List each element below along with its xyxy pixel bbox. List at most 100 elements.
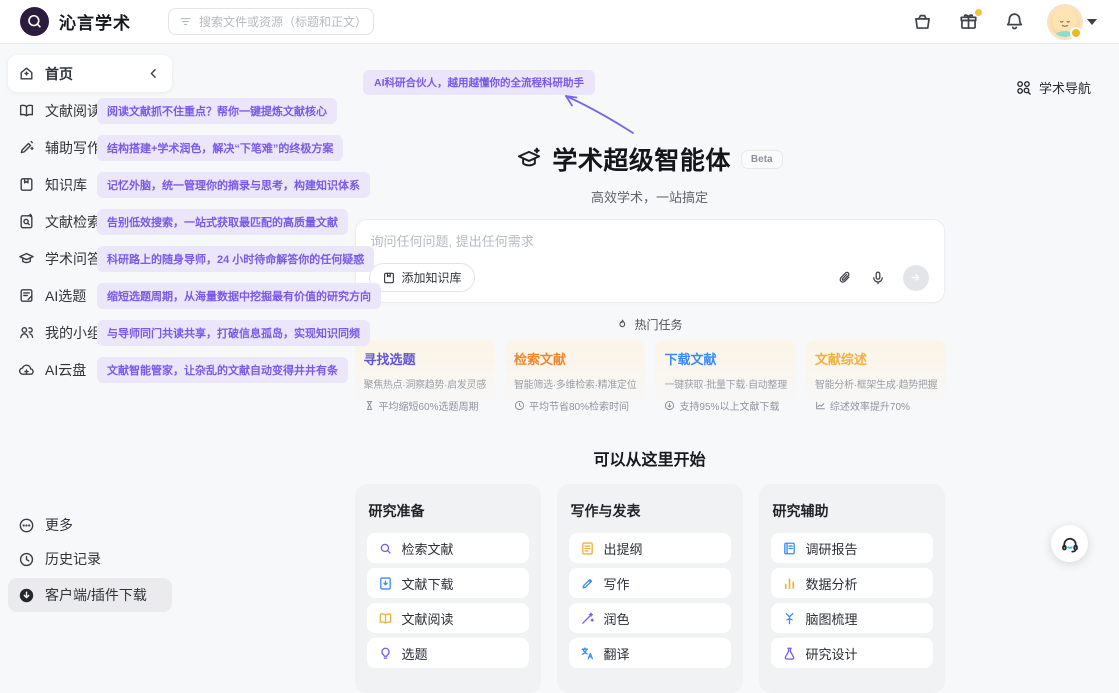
sidebar-item-label: AI云盘 (45, 360, 86, 380)
hot-tasks-heading: 热门任务 (355, 316, 945, 333)
storage-box-icon (912, 11, 933, 32)
sidebar-item-label: 历史记录 (45, 549, 101, 569)
notifications-button[interactable] (1004, 11, 1025, 32)
start-item-topic-selection[interactable]: 选题 (367, 638, 529, 668)
flask-icon (782, 646, 797, 661)
app-title: 沁言学术 (59, 9, 131, 34)
mindmap-icon (782, 611, 797, 626)
topbar-actions (912, 7, 1119, 37)
sidebar-item-label: 文献检索 (45, 212, 101, 232)
global-search[interactable] (168, 8, 374, 35)
academic-navigation-link[interactable]: 学术导航 (1015, 78, 1091, 97)
sidebar-item-history[interactable]: 历史记录 (8, 544, 172, 574)
start-item-mindmap[interactable]: 脑图梳理 (771, 603, 933, 633)
start-item-writing[interactable]: 写作 (569, 568, 731, 598)
sidebar-item-label: AI选题 (45, 286, 86, 306)
start-item-survey-report[interactable]: 调研报告 (771, 533, 933, 563)
academic-navigation-label: 学术导航 (1039, 78, 1091, 97)
translate-icon (580, 646, 595, 661)
sidebar-item-more[interactable]: 更多 (8, 510, 172, 540)
sidebar-item-label: 更多 (45, 515, 73, 535)
start-item-literature-download[interactable]: 文献下载 (367, 568, 529, 598)
sidebar-item-ai-topic[interactable]: AI选题 缩短选题周期，从海量数据中挖掘最有价值的研究方向 (8, 277, 172, 314)
avatar-badge (1070, 27, 1082, 39)
users-icon (18, 324, 35, 341)
sidebar-item-label: 我的小组 (45, 323, 101, 343)
pen-sparkle-icon (18, 139, 35, 156)
chevron-down-icon[interactable] (1087, 19, 1097, 30)
report-icon (782, 541, 797, 556)
sidebar-tooltip: 结构搭建+学术润色，解决“下笔难”的终极方案 (97, 135, 343, 161)
book-bookmark-icon (382, 271, 396, 285)
search-input[interactable] (199, 15, 363, 29)
start-item-data-analysis[interactable]: 数据分析 (771, 568, 933, 598)
sidebar-item-label: 首页 (45, 64, 73, 84)
sidebar-item-label: 客户端/插件下载 (45, 585, 147, 605)
start-item-research-design[interactable]: 研究设计 (771, 638, 933, 668)
sidebar-item-literature-search[interactable]: 文献检索 告别低效搜索，一站式获取最匹配的高质量文献 (8, 203, 172, 240)
sidebar-item-knowledge-base[interactable]: 知识库 记忆外脑，统一管理你的摘录与思考，构建知识体系 (8, 166, 172, 203)
task-download-literature[interactable]: 下载文献 一键获取·批量下载·自动整理 支持95%以上文献下载 (655, 340, 795, 421)
sidebar-item-ai-cloud[interactable]: AI云盘 文献智能管家，让杂乱的文献自动变得井井有条 (8, 351, 172, 388)
start-item-polish[interactable]: 润色 (569, 603, 731, 633)
hot-tasks: 寻找选题 聚焦热点·洞察趋势·启发灵感 平均缩短60%选题周期 检索文献 智能筛… (355, 340, 945, 421)
brand: 沁言学术 (0, 7, 168, 36)
history-clock-icon (18, 551, 35, 568)
graduation-cap-sparkle-icon (516, 146, 542, 172)
doc-list-icon (18, 287, 35, 304)
sidebar-footer: 更多 历史记录 客户端/插件下载 (8, 510, 172, 612)
sidebar-item-client-download[interactable]: 客户端/插件下载 (8, 578, 172, 612)
graduation-cap-icon (18, 250, 35, 267)
book-bookmark-icon (18, 176, 35, 193)
start-card-research-assist: 研究辅助 调研报告 数据分析 脑图梳理 (759, 484, 945, 693)
sidebar-tooltip: 科研路上的随身导师，24 小时待命解答你的任何疑惑 (97, 246, 374, 272)
add-knowledge-base-label: 添加知识库 (402, 269, 462, 286)
add-knowledge-base-button[interactable]: 添加知识库 (369, 263, 475, 292)
sidebar-collapse-button[interactable] (145, 65, 162, 82)
sidebar-item-home[interactable]: 首页 (8, 55, 172, 92)
start-item-literature-reading[interactable]: 文献阅读 (367, 603, 529, 633)
sidebar: 首页 文献阅读 阅读文献抓不住重点？帮你一键提炼文献核心 辅助写作 结构搭建+学… (0, 44, 180, 622)
storage-box-button[interactable] (912, 11, 933, 32)
send-button[interactable] (903, 265, 929, 291)
start-item-translate[interactable]: 翻译 (569, 638, 731, 668)
sidebar-item-label: 辅助写作 (45, 138, 101, 158)
bar-chart-icon (782, 576, 797, 591)
sidebar-item-my-group[interactable]: 我的小组 与导师同门共读共享，打破信息孤岛，实现知识同频 (8, 314, 172, 351)
promo-arrow-icon (545, 88, 665, 148)
sidebar-item-academic-qa[interactable]: 学术问答 科研路上的随身导师，24 小时待命解答你的任何疑惑 (8, 240, 172, 277)
sidebar-item-label: 知识库 (45, 175, 87, 195)
sidebar-item-reading[interactable]: 文献阅读 阅读文献抓不住重点？帮你一键提炼文献核心 (8, 92, 172, 129)
task-literature-review[interactable]: 文献综述 智能分析·框架生成·趋势把握 综述效率提升70% (806, 340, 946, 421)
sidebar-item-writing[interactable]: 辅助写作 结构搭建+学术润色，解决“下笔难”的终极方案 (8, 129, 172, 166)
support-button[interactable] (1051, 525, 1088, 562)
cloud-icon (18, 361, 35, 378)
search-icon (378, 541, 393, 556)
task-find-topic[interactable]: 寻找选题 聚焦热点·洞察趋势·启发灵感 平均缩短60%选题周期 (355, 340, 495, 421)
flame-icon (616, 318, 629, 331)
prompt-card[interactable]: 添加知识库 (355, 219, 945, 303)
doc-outline-icon (580, 541, 595, 556)
microphone-icon[interactable] (870, 270, 886, 286)
sidebar-tooltip: 告别低效搜索，一站式获取最匹配的高质量文献 (97, 209, 348, 235)
start-item-outline[interactable]: 出提纲 (569, 533, 731, 563)
bulb-icon (378, 646, 393, 661)
sidebar-nav: 首页 文献阅读 阅读文献抓不住重点？帮你一键提炼文献核心 辅助写作 结构搭建+学… (0, 44, 180, 388)
paperclip-icon[interactable] (837, 270, 853, 286)
prompt-input[interactable] (371, 234, 790, 249)
book-open-icon (18, 102, 35, 119)
gift-button[interactable] (958, 11, 979, 32)
send-arrow-icon (909, 271, 922, 284)
filter-icon (179, 15, 192, 28)
download-circle-icon (18, 587, 35, 604)
start-heading: 可以从这里开始 (355, 446, 945, 470)
clock-icon (514, 400, 525, 411)
start-item-search-literature[interactable]: 检索文献 (367, 533, 529, 563)
user-menu[interactable] (1050, 7, 1097, 37)
topbar: 沁言学术 (0, 0, 1119, 44)
sidebar-item-label: 文献阅读 (45, 101, 101, 121)
notification-dot (975, 9, 982, 16)
sidebar-tooltip: 与导师同门共读共享，打破信息孤岛，实现知识同频 (97, 320, 370, 346)
home-icon (18, 65, 35, 82)
task-search-literature[interactable]: 检索文献 智能筛选·多维检索·精准定位 平均节省80%检索时间 (505, 340, 645, 421)
